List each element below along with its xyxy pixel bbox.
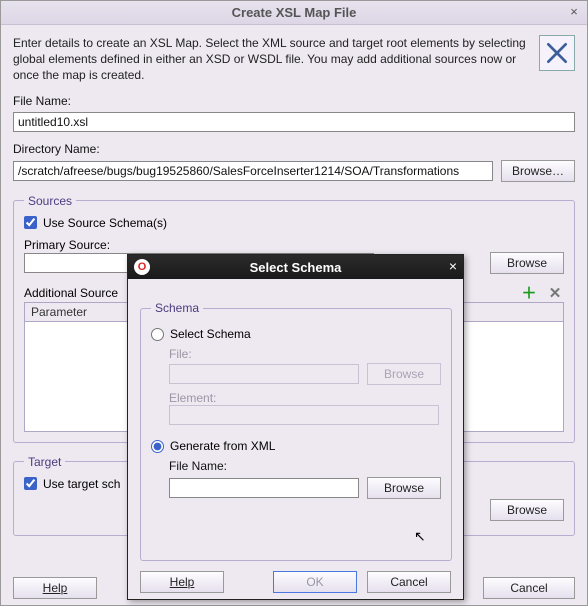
element-input	[169, 405, 439, 425]
primary-source-browse-button[interactable]: Browse	[490, 252, 564, 274]
generate-xml-radio[interactable]	[151, 440, 164, 453]
modal-titlebar: O Select Schema ×	[128, 255, 463, 279]
use-source-checkbox[interactable]	[24, 216, 37, 229]
modal-cancel-button[interactable]: Cancel	[367, 571, 451, 593]
select-schema-label: Select Schema	[170, 327, 251, 341]
modal-ok-button[interactable]: OK	[273, 571, 357, 593]
target-legend: Target	[24, 455, 65, 469]
select-schema-dialog: O Select Schema × Schema Select Schema F…	[127, 254, 464, 600]
modal-close-icon[interactable]: ×	[449, 258, 457, 274]
schema-file-browse-button: Browse	[367, 363, 441, 385]
element-label: Element:	[169, 391, 441, 405]
xml-filename-browse-button[interactable]: Browse	[367, 477, 441, 499]
main-titlebar: Create XSL Map File ×	[1, 1, 587, 25]
modal-body: Schema Select Schema File: Browse Elemen…	[128, 279, 463, 599]
directory-input[interactable]	[13, 161, 493, 181]
directory-label: Directory Name:	[13, 142, 575, 156]
header-row: Enter details to create an XSL Map. Sele…	[13, 35, 575, 84]
parameter-column-header: Parameter	[31, 305, 87, 319]
main-cancel-button[interactable]: Cancel	[483, 577, 575, 599]
use-source-label: Use Source Schema(s)	[43, 216, 167, 230]
generate-xml-radio-row[interactable]: Generate from XML	[151, 439, 441, 453]
select-schema-radio[interactable]	[151, 328, 164, 341]
generate-xml-group: File Name: Browse	[169, 459, 441, 499]
sources-legend: Sources	[24, 194, 76, 208]
schema-fieldset: Schema Select Schema File: Browse Elemen…	[140, 301, 452, 561]
file-name-label: File Name:	[13, 94, 575, 108]
additional-sources-label: Additional Source	[24, 286, 118, 300]
use-target-label: Use target sch	[43, 477, 120, 491]
modal-title: Select Schema	[250, 260, 342, 275]
target-browse-button[interactable]: Browse	[490, 499, 564, 521]
schema-legend: Schema	[151, 301, 203, 315]
file-name-input[interactable]	[13, 112, 575, 132]
app-icon: O	[134, 259, 150, 275]
file-label: File:	[169, 347, 441, 361]
use-target-checkbox[interactable]	[24, 477, 37, 490]
intro-text: Enter details to create an XSL Map. Sele…	[13, 35, 531, 84]
xml-filename-input[interactable]	[169, 478, 359, 498]
use-source-row[interactable]: Use Source Schema(s)	[24, 216, 564, 230]
select-schema-group: File: Browse Element:	[169, 347, 441, 425]
modal-button-bar: Help OK Cancel	[140, 571, 451, 593]
remove-source-icon[interactable]: ✕	[546, 284, 564, 302]
main-title: Create XSL Map File	[232, 5, 357, 20]
xsl-map-icon	[539, 35, 575, 71]
main-help-button[interactable]: Help	[13, 577, 97, 599]
generate-xml-label: Generate from XML	[170, 439, 275, 453]
close-icon[interactable]: ×	[567, 5, 581, 19]
select-schema-radio-row[interactable]: Select Schema	[151, 327, 441, 341]
modal-help-button[interactable]: Help	[140, 571, 224, 593]
add-source-icon[interactable]: ＋	[520, 284, 538, 302]
schema-file-input	[169, 364, 359, 384]
primary-source-label: Primary Source:	[24, 238, 564, 252]
xml-filename-label: File Name:	[169, 459, 441, 473]
directory-browse-button[interactable]: Browse…	[501, 160, 575, 182]
